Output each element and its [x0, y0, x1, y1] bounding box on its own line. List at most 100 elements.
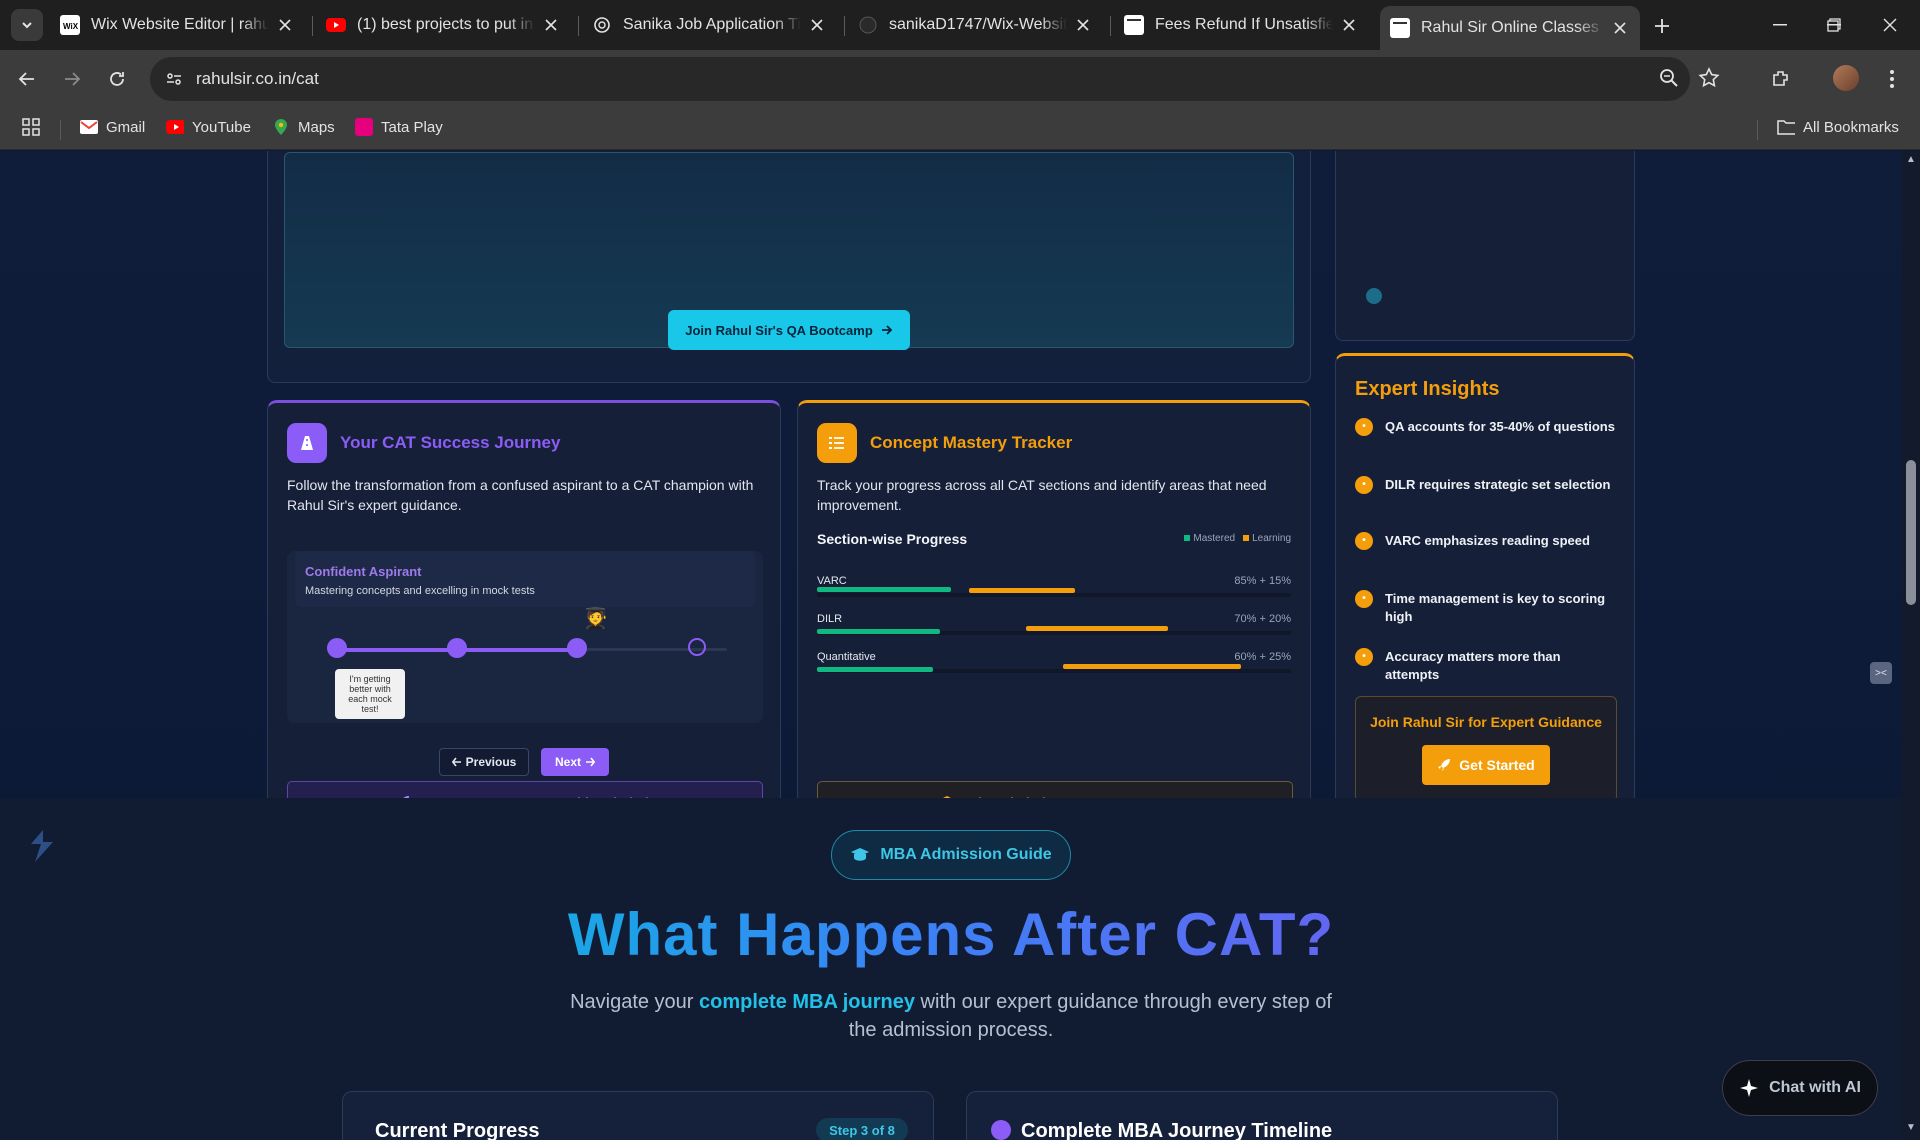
tab-title: Rahul Sir Online Classes | CAT	[1421, 19, 1604, 36]
journey-step-dot[interactable]	[567, 638, 588, 658]
youtube-icon	[326, 15, 346, 35]
stage-subtitle: Mastering concepts and excelling in mock…	[305, 585, 535, 597]
close-icon[interactable]	[1339, 15, 1359, 35]
insight-item: • DILR requires strategic set selection	[1355, 476, 1617, 494]
arrow-right-icon	[881, 325, 893, 335]
svg-text:WiX: WiX	[63, 22, 79, 31]
close-icon[interactable]	[541, 15, 561, 35]
journey-visual: Confident Aspirant Mastering concepts an…	[287, 551, 763, 723]
bookmark-maps[interactable]: Maps	[272, 118, 335, 136]
tab-title: Fees Refund If Unsatisfied | Rahul	[1155, 16, 1333, 33]
tab-chatgpt[interactable]: Sanika Job Application Tips	[582, 6, 837, 44]
restore-icon	[1827, 18, 1841, 32]
legend-mastered: Mastered	[1184, 533, 1235, 544]
journey-step-dot[interactable]	[327, 638, 347, 658]
close-icon	[1883, 18, 1897, 32]
mastered-bar	[817, 587, 952, 592]
scroll-down-icon[interactable]: ▼	[1904, 1122, 1918, 1134]
side-panel-top	[1335, 151, 1635, 341]
journey-step-dot[interactable]	[687, 638, 706, 656]
minimize-button[interactable]	[1760, 10, 1800, 40]
legend-learning: Learning	[1243, 533, 1291, 544]
close-icon[interactable]	[1610, 18, 1630, 38]
mastered-bar	[817, 667, 933, 672]
next-button[interactable]: Next	[541, 748, 609, 776]
new-tab-button[interactable]	[1648, 12, 1676, 40]
get-started-button[interactable]: Get Started	[1422, 745, 1550, 785]
bookmark-youtube[interactable]: YouTube	[166, 118, 251, 136]
bookmark-tata-play[interactable]: Tata Play	[355, 118, 443, 136]
section-name: VARC	[817, 575, 847, 587]
window-controls	[1760, 10, 1920, 40]
previous-button[interactable]: Previous	[439, 748, 529, 776]
tab-github[interactable]: sanikaD1747/Wix-Website	[848, 6, 1103, 44]
tab-youtube[interactable]: (1) best projects to put in github	[316, 6, 571, 44]
zoom-icon[interactable]	[1658, 67, 1680, 94]
address-bar[interactable]: rahulsir.co.in/cat	[150, 57, 1720, 101]
menu-kebab-icon[interactable]	[1876, 63, 1908, 95]
card-title: Concept Mastery Tracker	[870, 433, 1073, 452]
road-icon	[287, 423, 327, 463]
tab-rahul-sir-active[interactable]: Rahul Sir Online Classes | CAT	[1380, 6, 1640, 50]
cta-title: Join Rahul Sir for Expert Guidance	[1370, 714, 1602, 730]
page-icon	[1390, 18, 1410, 38]
extensions-icon[interactable]	[1765, 63, 1797, 95]
progress-legend: Mastered Learning	[1184, 533, 1291, 544]
sparkle-icon	[1740, 1079, 1759, 1097]
info-icon	[1366, 288, 1382, 304]
insight-item: • QA accounts for 35-40% of questions	[1355, 418, 1617, 436]
all-bookmarks[interactable]: All Bookmarks	[1777, 118, 1899, 136]
restore-button[interactable]	[1814, 10, 1854, 40]
tataplay-icon	[355, 118, 373, 136]
progress-track	[817, 593, 1291, 597]
scroll-up-icon[interactable]: ▲	[1904, 154, 1918, 166]
close-icon[interactable]	[807, 15, 827, 35]
bookmark-gmail[interactable]: Gmail	[80, 118, 145, 136]
section-name: Quantitative	[817, 651, 876, 663]
join-qa-bootcamp-button[interactable]: Join Rahul Sir's QA Bootcamp	[668, 310, 910, 350]
chat-with-ai-button[interactable]: Chat with AI	[1722, 1060, 1878, 1116]
student-icon: 🧑‍🎓	[583, 608, 609, 630]
tab-title: (1) best projects to put in github	[357, 16, 535, 33]
section-value: 60% + 25%	[1234, 651, 1291, 663]
url-text[interactable]: rahulsir.co.in/cat	[196, 69, 319, 89]
folder-icon	[1777, 118, 1795, 136]
learning-bar	[1063, 664, 1242, 669]
close-window-button[interactable]	[1870, 10, 1910, 40]
insight-item: • Accuracy matters more than attempts	[1355, 648, 1617, 684]
close-icon[interactable]	[1073, 15, 1093, 35]
bookmark-star-icon[interactable]	[1698, 67, 1720, 94]
openai-icon	[592, 15, 612, 35]
close-icon[interactable]	[275, 15, 295, 35]
stage-caption: Confident Aspirant Mastering concepts an…	[295, 551, 755, 607]
arrow-left-icon	[451, 757, 461, 767]
expert-guidance-cta: Join Rahul Sir for Expert Guidance Get S…	[1355, 696, 1617, 802]
tab-title: Wix Website Editor | rahulsir	[91, 16, 269, 33]
insight-item: • Time management is key to scoring high	[1355, 590, 1617, 626]
journey-step-dot[interactable]	[447, 638, 468, 658]
forward-button[interactable]	[56, 63, 88, 95]
tab-wix-editor[interactable]: WiX Wix Website Editor | rahulsir	[50, 6, 305, 44]
gmail-icon	[80, 118, 98, 136]
chart-icon: •	[1355, 418, 1373, 436]
concept-mastery-card: Concept Mastery Tracker Track your progr…	[797, 400, 1311, 840]
collapse-icon[interactable]: ><	[1870, 662, 1892, 684]
scrollbar-thumb[interactable]	[1906, 460, 1916, 605]
section-value: 85% + 15%	[1234, 575, 1291, 587]
page-scrollbar[interactable]	[1902, 151, 1920, 1140]
tab-search-button[interactable]	[11, 9, 43, 41]
expert-insights-panel: Expert Insights • QA accounts for 35-40% …	[1335, 353, 1635, 821]
tab-bar: WiX Wix Website Editor | rahulsir (1) be…	[0, 0, 1920, 50]
mba-admission-guide-pill[interactable]: MBA Admission Guide	[831, 830, 1071, 880]
apps-grid-icon[interactable]	[22, 118, 40, 136]
site-info-icon[interactable]	[160, 65, 188, 93]
mastered-bar	[817, 629, 941, 634]
profile-avatar[interactable]	[1833, 65, 1859, 91]
section-progress-row: VARC 85% + 15%	[817, 575, 1291, 615]
reload-button[interactable]	[101, 63, 133, 95]
back-button[interactable]	[11, 63, 43, 95]
section-value: 70% + 20%	[1234, 613, 1291, 625]
card-description: Track your progress across all CAT secti…	[817, 477, 1267, 513]
clock-icon	[991, 1120, 1011, 1140]
tab-fees-refund[interactable]: Fees Refund If Unsatisfied | Rahul	[1114, 6, 1369, 44]
